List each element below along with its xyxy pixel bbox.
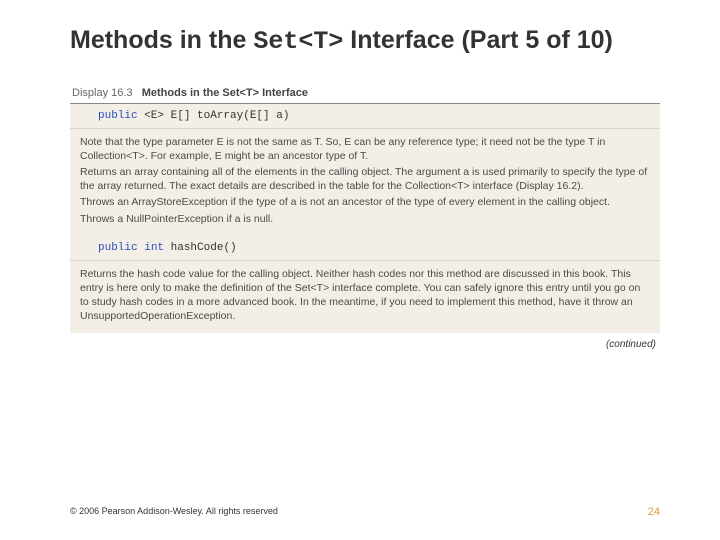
desc-line: Returns the hash code value for the call… [80,267,650,324]
keyword-public: public [98,110,138,122]
footer: © 2006 Pearson Addison-Wesley. All right… [70,506,660,518]
sig-rest: hashCode() [164,242,237,254]
display-header: Display 16.3 Methods in the Set<T> Inter… [70,87,660,99]
continued-label: (continued) [70,339,660,350]
display-label: Display 16.3 [72,87,133,99]
desc-line: Throws a NullPointerException if a is nu… [80,212,650,226]
page-number: 24 [648,506,660,518]
method-signature-hashcode: public int hashCode() [70,236,660,260]
keyword-int: int [144,242,164,254]
title-code: Set<T> [253,27,343,56]
title-text-2: Interface (Part 5 of 10) [343,26,613,54]
sig-rest: <E> E[] toArray(E[] a) [138,110,290,122]
keyword-public: public [98,242,138,254]
method-description-hashcode: Returns the hash code value for the call… [70,260,660,334]
method-signature-toarray: public <E> E[] toArray(E[] a) [70,104,660,128]
method-description-toarray: Note that the type parameter E is not th… [70,128,660,236]
title-text-1: Methods in the [70,26,253,54]
display-title: Methods in the Set<T> Interface [142,87,308,99]
copyright: © 2006 Pearson Addison-Wesley. All right… [70,506,278,518]
desc-line: Throws an ArrayStoreException if the typ… [80,195,650,209]
desc-line: Returns an array containing all of the e… [80,165,650,193]
slide-title: Methods in the Set<T> Interface (Part 5 … [70,24,660,59]
desc-line: Note that the type parameter E is not th… [80,135,650,163]
